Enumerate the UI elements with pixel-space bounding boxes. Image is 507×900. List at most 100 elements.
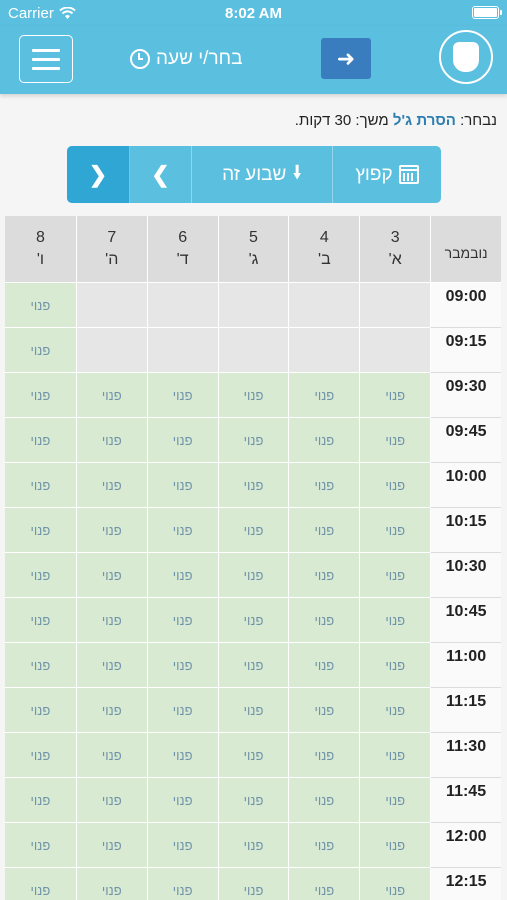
this-week-button[interactable]: 🠛 שבוע זה — [192, 146, 333, 203]
free-slot[interactable]: פנוי — [288, 463, 360, 508]
time-label: 11:30 — [430, 733, 501, 778]
free-slot[interactable]: פנוי — [288, 373, 360, 418]
free-slot[interactable]: פנוי — [75, 688, 147, 733]
free-slot[interactable]: פנוי — [4, 463, 76, 508]
free-slot[interactable]: פנוי — [359, 823, 431, 868]
time-label: 09:45 — [430, 418, 501, 463]
previous-week-button[interactable]: ❮ — [67, 146, 130, 203]
free-slot[interactable]: פנוי — [75, 463, 147, 508]
free-slot[interactable]: פנוי — [75, 373, 147, 418]
free-slot[interactable]: פנוי — [4, 868, 76, 900]
free-slot[interactable]: פנוי — [146, 868, 218, 900]
free-slot[interactable]: פנוי — [146, 643, 218, 688]
time-row: 10:15 פנוי פנוי פנוי פנוי פנוי פנוי — [4, 508, 501, 553]
free-slot[interactable]: פנוי — [146, 598, 218, 643]
free-slot[interactable]: פנוי — [359, 598, 431, 643]
free-slot[interactable]: פנוי — [146, 553, 218, 598]
free-slot[interactable]: פנוי — [75, 823, 147, 868]
time-row: 10:45 פנוי פנוי פנוי פנוי פנוי פנוי — [4, 598, 501, 643]
free-slot[interactable]: פנוי — [217, 418, 289, 463]
unavailable-slot — [359, 328, 431, 373]
free-slot[interactable]: פנוי — [217, 643, 289, 688]
free-slot[interactable]: פנוי — [75, 733, 147, 778]
free-slot[interactable]: פנוי — [75, 643, 147, 688]
free-slot[interactable]: פנוי — [359, 688, 431, 733]
free-slot[interactable]: פנוי — [288, 823, 360, 868]
free-slot[interactable]: פנוי — [4, 508, 76, 553]
free-slot[interactable]: פנוי — [359, 418, 431, 463]
jump-label: קפוץ — [355, 163, 393, 185]
header: בחר/י שעה ➜ — [0, 26, 507, 94]
day-number: 6 — [178, 229, 188, 247]
day-number: 3 — [390, 229, 400, 247]
free-slot[interactable]: פנוי — [288, 643, 360, 688]
free-slot[interactable]: פנוי — [217, 733, 289, 778]
free-slot[interactable]: פנוי — [146, 418, 218, 463]
free-slot[interactable]: פנוי — [288, 508, 360, 553]
free-slot[interactable]: פנוי — [146, 463, 218, 508]
unavailable-slot — [146, 328, 218, 373]
free-slot[interactable]: פנוי — [359, 733, 431, 778]
free-slot[interactable]: פנוי — [217, 778, 289, 823]
free-slot[interactable]: פנוי — [359, 553, 431, 598]
free-slot[interactable]: פנוי — [4, 553, 76, 598]
free-slot[interactable]: פנוי — [217, 823, 289, 868]
free-slot[interactable]: פנוי — [146, 778, 218, 823]
time-row: 10:00 פנוי פנוי פנוי פנוי פנוי פנוי — [4, 463, 501, 508]
free-slot[interactable]: פנוי — [75, 868, 147, 900]
free-slot[interactable]: פנוי — [217, 508, 289, 553]
free-slot[interactable]: פנוי — [217, 463, 289, 508]
time-label: 11:45 — [430, 778, 501, 823]
day-letter: ה' — [105, 251, 119, 268]
free-slot[interactable]: פנוי — [288, 553, 360, 598]
free-slot[interactable]: פנוי — [146, 733, 218, 778]
free-slot[interactable]: פנוי — [4, 643, 76, 688]
free-slot[interactable]: פנוי — [4, 418, 76, 463]
free-slot[interactable]: פנוי — [288, 733, 360, 778]
free-slot[interactable]: פנוי — [217, 688, 289, 733]
free-slot[interactable]: פנוי — [359, 373, 431, 418]
next-week-button[interactable]: ❯ — [130, 146, 192, 203]
jump-button[interactable]: קפוץ — [333, 146, 441, 203]
free-slot[interactable]: פנוי — [146, 688, 218, 733]
free-slot[interactable]: פנוי — [4, 373, 76, 418]
free-slot[interactable]: פנוי — [75, 508, 147, 553]
free-slot[interactable]: פנוי — [146, 508, 218, 553]
free-slot[interactable]: פנוי — [4, 598, 76, 643]
free-slot[interactable]: פנוי — [146, 373, 218, 418]
free-slot[interactable]: פנוי — [4, 778, 76, 823]
free-slot[interactable]: פנוי — [359, 868, 431, 900]
day-letter: ד' — [176, 251, 189, 268]
tooth-icon — [453, 42, 479, 72]
selected-service-line: נבחר: הסרת ג'ל משך: 30 דקות. — [295, 112, 497, 129]
free-slot[interactable]: פנוי — [359, 463, 431, 508]
free-slot[interactable]: פנוי — [359, 643, 431, 688]
free-slot[interactable]: פנוי — [217, 553, 289, 598]
free-slot[interactable]: פנוי — [75, 778, 147, 823]
menu-button[interactable] — [19, 35, 73, 83]
free-slot[interactable]: פנוי — [359, 508, 431, 553]
chevron-right-icon: ❯ — [151, 161, 170, 187]
time-row: 11:15 פנוי פנוי פנוי פנוי פנוי פנוי — [4, 688, 501, 733]
free-slot[interactable]: פנוי — [146, 823, 218, 868]
time-label: 10:30 — [430, 553, 501, 598]
free-slot[interactable]: פנוי — [75, 598, 147, 643]
free-slot[interactable]: פנוי — [217, 373, 289, 418]
free-slot[interactable]: פנוי — [288, 418, 360, 463]
free-slot[interactable]: פנוי — [4, 688, 76, 733]
free-slot[interactable]: פנוי — [359, 778, 431, 823]
free-slot[interactable]: פנוי — [75, 418, 147, 463]
free-slot[interactable]: פנוי — [288, 688, 360, 733]
free-slot[interactable]: פנוי — [4, 283, 76, 328]
free-slot[interactable]: פנוי — [217, 598, 289, 643]
time-label: 11:00 — [430, 643, 501, 688]
forward-button[interactable]: ➜ — [321, 38, 371, 79]
free-slot[interactable]: פנוי — [217, 868, 289, 900]
free-slot[interactable]: פנוי — [75, 553, 147, 598]
free-slot[interactable]: פנוי — [288, 868, 360, 900]
free-slot[interactable]: פנוי — [4, 823, 76, 868]
free-slot[interactable]: פנוי — [4, 328, 76, 373]
free-slot[interactable]: פנוי — [4, 733, 76, 778]
free-slot[interactable]: פנוי — [288, 598, 360, 643]
free-slot[interactable]: פנוי — [288, 778, 360, 823]
